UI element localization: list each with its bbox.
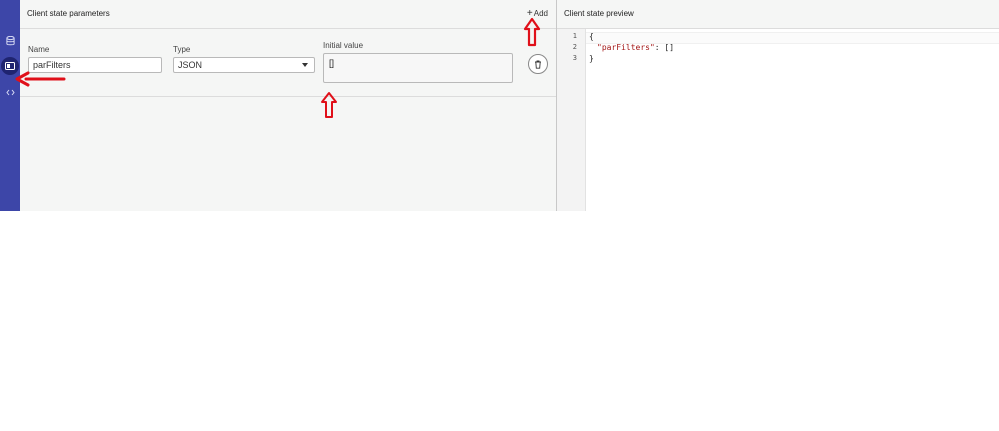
left-rail (0, 0, 20, 211)
line-number: 2 (572, 43, 577, 51)
line-number: 3 (572, 54, 577, 62)
preview-title: Client state preview (564, 9, 634, 18)
client-state-parameters-panel: Client state parameters +Add Name parFil… (20, 0, 557, 211)
type-label: Type (173, 45, 191, 54)
client-state-preview-panel: Client state preview 1 2 3 { "parFilters… (557, 0, 999, 211)
code-line: "parFilters": [] (597, 43, 674, 52)
panel-title: Client state parameters (27, 9, 110, 18)
code-line: { (589, 32, 594, 41)
line-number-gutter: 1 2 3 (557, 29, 586, 211)
database-icon[interactable] (3, 34, 17, 48)
json-value: : [] (654, 43, 675, 52)
type-select-value: JSON (178, 60, 203, 70)
initial-value-field[interactable]: [] (323, 53, 513, 83)
type-select[interactable]: JSON (173, 57, 315, 73)
json-key: "parFilters" (597, 43, 655, 52)
annotation-arrow-up-icon (321, 92, 337, 118)
code-line: } (589, 54, 594, 63)
name-label: Name (28, 45, 50, 54)
row-divider (20, 96, 556, 97)
trash-icon (535, 60, 541, 69)
preview-header: Client state preview (557, 0, 999, 29)
delete-parameter-button[interactable] (528, 54, 548, 74)
annotation-arrow-left-icon (15, 71, 66, 87)
chevron-down-icon (302, 63, 308, 67)
initial-value-label: Initial value (323, 41, 364, 50)
panel-header: Client state parameters +Add (20, 0, 556, 29)
json-preview-editor[interactable]: 1 2 3 { "parFilters": [] } (557, 29, 999, 211)
line-number: 1 (572, 32, 577, 40)
annotation-arrow-up-icon (523, 17, 541, 47)
